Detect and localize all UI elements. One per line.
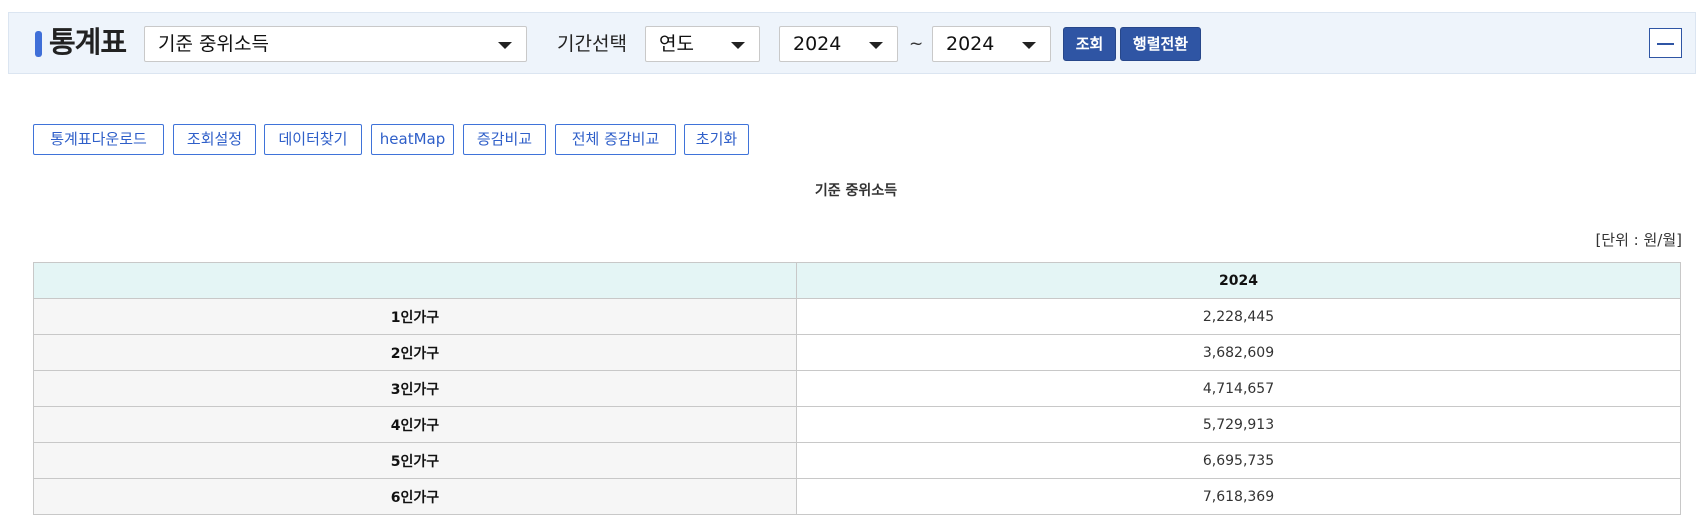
minus-icon xyxy=(1657,43,1674,45)
table-row: 1인가구 2,228,445 xyxy=(33,298,1681,335)
table-row: 6인가구 7,618,369 xyxy=(33,478,1681,515)
collapse-button[interactable] xyxy=(1649,28,1682,58)
row-label: 5인가구 xyxy=(33,442,797,479)
start-year-value: 2024 xyxy=(793,33,842,55)
end-year-select[interactable]: 2024 xyxy=(932,26,1051,62)
reset-button[interactable]: 초기화 xyxy=(684,124,749,155)
range-separator: ~ xyxy=(909,34,924,54)
start-year-select[interactable]: 2024 xyxy=(779,26,898,62)
row-label: 1인가구 xyxy=(33,298,797,335)
row-header-corner xyxy=(33,262,797,299)
query-button[interactable]: 조회 xyxy=(1063,27,1116,61)
compare-button[interactable]: 증감비교 xyxy=(463,124,546,155)
row-label: 6인가구 xyxy=(33,478,797,515)
row-label: 4인가구 xyxy=(33,406,797,443)
dropdown-caret-icon xyxy=(498,42,512,49)
dropdown-caret-icon xyxy=(869,42,883,49)
table-row: 4인가구 5,729,913 xyxy=(33,406,1681,443)
find-data-button[interactable]: 데이터찾기 xyxy=(264,124,362,155)
pivot-button[interactable]: 행렬전환 xyxy=(1120,27,1201,61)
row-value: 4,714,657 xyxy=(796,370,1681,407)
stats-table: 2024 1인가구 2,228,445 2인가구 3,682,609 3인가구 … xyxy=(33,262,1681,515)
compare-all-button[interactable]: 전체 증감비교 xyxy=(555,124,676,155)
period-type-value: 연도 xyxy=(659,33,694,55)
unit-label: [단위 : 원/월] xyxy=(1595,231,1682,249)
table-header-row: 2024 xyxy=(33,262,1681,299)
stat-table-select-value: 기준 중위소득 xyxy=(158,33,269,55)
row-label: 3인가구 xyxy=(33,370,797,407)
title-accent-bar xyxy=(35,31,42,57)
table-row: 5인가구 6,695,735 xyxy=(33,442,1681,479)
row-value: 3,682,609 xyxy=(796,334,1681,371)
row-value: 7,618,369 xyxy=(796,478,1681,515)
table-row: 3인가구 4,714,657 xyxy=(33,370,1681,407)
search-condition-bar: 통계표 기준 중위소득 기간선택 연도 2024 ~ 2024 조회 행렬전환 xyxy=(8,12,1696,74)
row-value: 6,695,735 xyxy=(796,442,1681,479)
column-header-year: 2024 xyxy=(796,262,1681,299)
row-label: 2인가구 xyxy=(33,334,797,371)
end-year-value: 2024 xyxy=(946,33,995,55)
dropdown-caret-icon xyxy=(1022,42,1036,49)
query-settings-button[interactable]: 조회설정 xyxy=(173,124,256,155)
stat-table-select[interactable]: 기준 중위소득 xyxy=(144,26,527,62)
heatmap-button[interactable]: heatMap xyxy=(371,124,454,155)
download-button[interactable]: 통계표다운로드 xyxy=(33,124,164,155)
row-value: 2,228,445 xyxy=(796,298,1681,335)
period-type-select[interactable]: 연도 xyxy=(645,26,760,62)
table-title: 기준 중위소득 xyxy=(814,183,898,199)
dropdown-caret-icon xyxy=(731,42,745,49)
page-title: 통계표 xyxy=(49,25,127,59)
period-label: 기간선택 xyxy=(557,33,627,55)
table-row: 2인가구 3,682,609 xyxy=(33,334,1681,371)
row-value: 5,729,913 xyxy=(796,406,1681,443)
